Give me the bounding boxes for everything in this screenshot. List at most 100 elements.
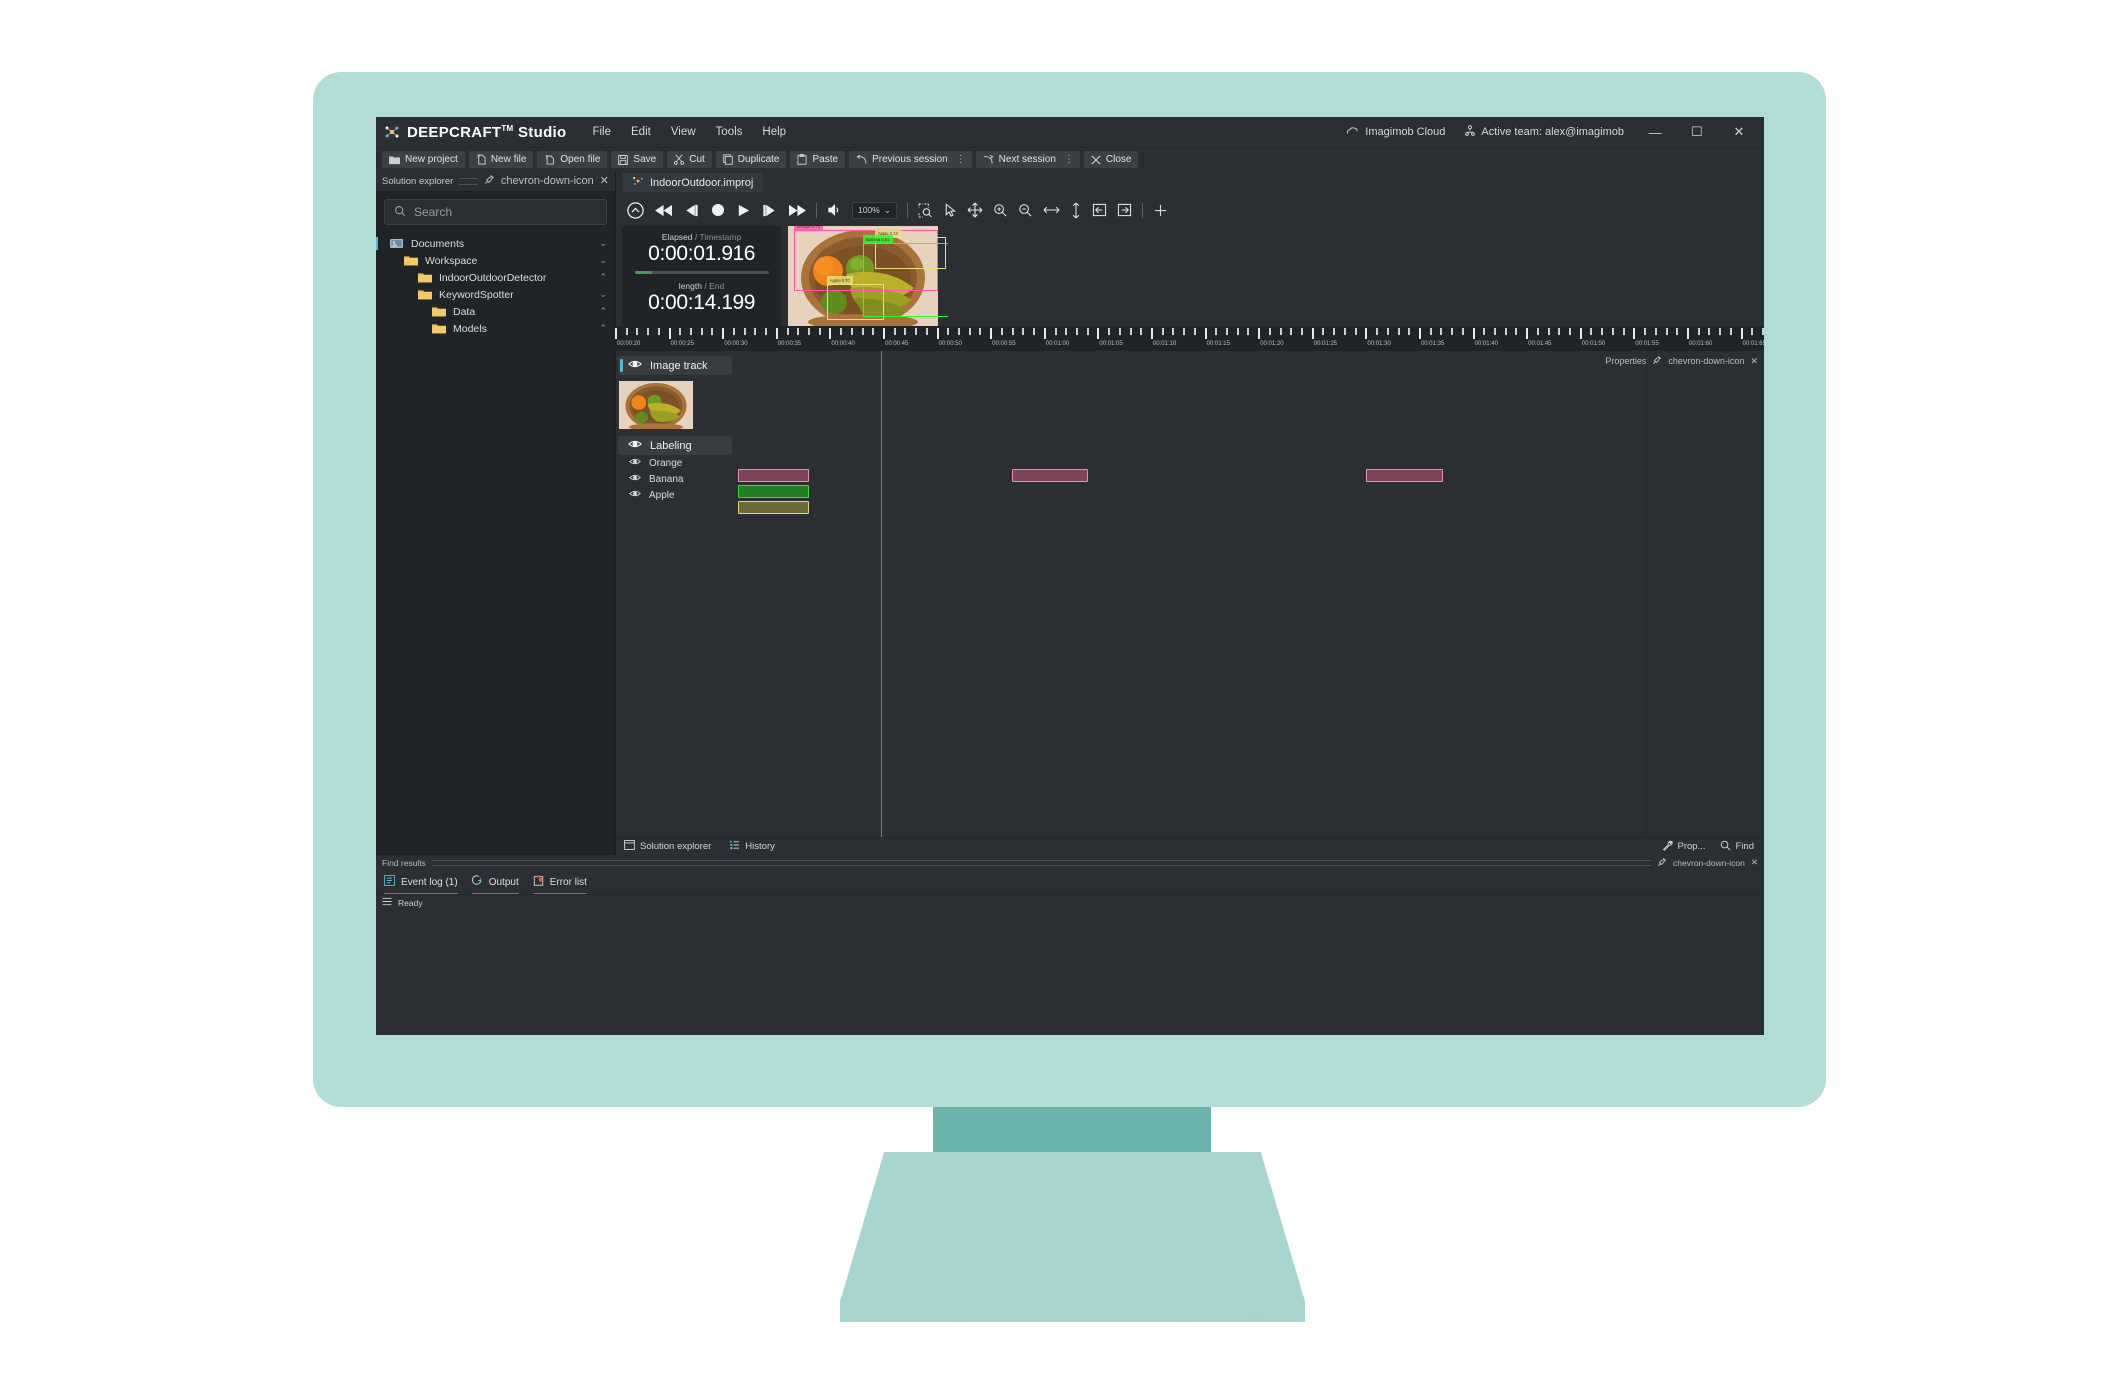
timeline-clip-apple[interactable] xyxy=(738,501,809,514)
timeline-clip-orange[interactable] xyxy=(1012,469,1089,482)
video-preview[interactable]: Orange 0.78 Apple 0.13 Banana 0.81 Apple 0.… xyxy=(788,226,948,326)
tree-item-keywordspotter[interactable]: KeywordSpotter ⌄ xyxy=(376,286,615,303)
step-back-icon[interactable] xyxy=(684,203,700,218)
menu-icon[interactable] xyxy=(382,897,392,908)
snap-right-icon[interactable] xyxy=(1117,203,1132,217)
solution-explorer-panel: Solution explorer chevron-down-icon ✕ Se… xyxy=(376,171,616,855)
playhead[interactable] xyxy=(881,351,883,837)
close-button[interactable]: Close xyxy=(1083,151,1139,168)
eye-icon[interactable] xyxy=(628,439,642,452)
move-icon[interactable] xyxy=(967,202,983,218)
document-tab-indoor-outdoor[interactable]: IndoorOutdoor.improj xyxy=(622,173,764,192)
chevron-down-icon[interactable]: chevron-down-icon xyxy=(1673,858,1745,868)
timeline-clip-orange[interactable] xyxy=(1366,469,1443,482)
label-row-banana[interactable]: Banana xyxy=(616,471,738,487)
chevron-down-icon[interactable]: chevron-down-icon xyxy=(1668,356,1744,366)
menu-item-edit[interactable]: Edit xyxy=(621,122,661,142)
play-icon[interactable] xyxy=(736,203,751,218)
active-team-button[interactable]: Active team: alex@imagimob xyxy=(1455,121,1634,144)
zoom-in-icon[interactable] xyxy=(993,203,1008,218)
chevron-down-icon[interactable]: ⌄ xyxy=(599,255,607,266)
plus-icon[interactable] xyxy=(1153,203,1168,218)
arrows-vertical-icon[interactable] xyxy=(1070,202,1082,219)
new-file-button[interactable]: New file xyxy=(468,151,534,168)
snap-left-icon[interactable] xyxy=(1092,203,1107,217)
playback-progress-bar[interactable] xyxy=(634,271,769,275)
bottom-tab-history[interactable]: History xyxy=(729,840,775,853)
timeline-ruler[interactable]: 00:00:20 00:00:25 00:00:30 00:00:35 00:00:40… xyxy=(615,326,1764,351)
cut-button[interactable]: Cut xyxy=(667,151,712,168)
chevron-up-icon[interactable]: ⌃ xyxy=(599,306,607,317)
log-tab-event-log[interactable]: Event log (1) xyxy=(384,875,458,894)
menu-item-view[interactable]: View xyxy=(661,122,706,142)
bottom-tab-properties[interactable]: Prop... xyxy=(1662,840,1706,854)
chevron-down-icon[interactable]: ⌄ xyxy=(599,289,607,300)
bottom-tab-solution-explorer[interactable]: Solution explorer xyxy=(624,840,711,853)
paste-button[interactable]: Paste xyxy=(790,151,846,168)
tree-item-indooroutdoordetector[interactable]: IndoorOutdoorDetector ⌃ xyxy=(376,269,615,286)
step-forward-icon[interactable] xyxy=(761,203,777,218)
tree-item-models[interactable]: Models ⌃ xyxy=(376,320,615,337)
track-header-labeling[interactable]: Labeling xyxy=(618,436,732,455)
menu-item-help[interactable]: Help xyxy=(752,122,796,142)
label-row-orange[interactable]: Orange xyxy=(616,455,738,471)
kebab-menu-icon[interactable]: ⋮ xyxy=(956,154,966,165)
imagimob-cloud-button[interactable]: Imagimob Cloud xyxy=(1336,122,1455,143)
pin-icon[interactable] xyxy=(484,174,495,188)
previous-session-button[interactable]: Previous session ⋮ xyxy=(849,151,972,168)
chevron-up-icon[interactable]: ⌃ xyxy=(599,272,607,283)
menu-item-tools[interactable]: Tools xyxy=(706,122,753,142)
ruler-major-tick xyxy=(1579,328,1582,339)
eye-icon[interactable] xyxy=(629,457,641,469)
search-input[interactable]: Search xyxy=(384,199,607,225)
pin-icon[interactable] xyxy=(1657,857,1667,869)
chevron-up-icon[interactable]: ⌃ xyxy=(599,323,607,334)
kebab-menu-icon[interactable]: ⋮ xyxy=(1064,154,1074,165)
label-row-apple[interactable]: Apple xyxy=(616,487,738,503)
timeline-clip-orange[interactable] xyxy=(738,469,809,482)
eye-icon[interactable] xyxy=(629,489,641,501)
log-tab-output[interactable]: Output xyxy=(471,875,519,894)
chevron-down-icon[interactable]: chevron-down-icon xyxy=(501,175,594,187)
close-icon[interactable]: ✕ xyxy=(1750,356,1758,367)
minimize-button[interactable]: — xyxy=(1634,117,1676,147)
cursor-icon[interactable] xyxy=(943,202,957,218)
next-session-button[interactable]: Next session ⋮ xyxy=(975,151,1080,168)
tree-item-data[interactable]: Data ⌃ xyxy=(376,303,615,320)
marquee-zoom-icon[interactable] xyxy=(918,202,933,218)
timeline-canvas[interactable] xyxy=(738,351,1646,837)
duplicate-button[interactable]: Duplicate xyxy=(715,151,787,168)
bottom-tab-find[interactable]: Find xyxy=(1720,840,1754,854)
fast-forward-icon[interactable] xyxy=(787,203,806,218)
menu-item-file[interactable]: File xyxy=(582,122,621,142)
rewind-icon[interactable] xyxy=(655,203,674,218)
ruler-minor-tick xyxy=(1461,328,1464,335)
log-tab-error-list[interactable]: Error list xyxy=(532,875,587,894)
timeline-clip-banana[interactable] xyxy=(738,485,809,498)
arrows-horizontal-icon[interactable] xyxy=(1043,204,1060,216)
volume-icon[interactable] xyxy=(827,203,842,217)
collapse-up-icon[interactable] xyxy=(626,201,645,220)
detection-box[interactable]: Apple 0.70 xyxy=(826,276,884,320)
tree-item-workspace[interactable]: Workspace ⌄ xyxy=(376,252,615,269)
zoom-out-icon[interactable] xyxy=(1018,203,1033,218)
save-button[interactable]: Save xyxy=(611,151,664,168)
open-file-button[interactable]: Open file xyxy=(537,151,608,168)
eye-icon[interactable] xyxy=(629,473,641,485)
eye-icon[interactable] xyxy=(628,359,642,372)
zoom-level-select[interactable]: 100% ⌄ xyxy=(852,201,897,219)
image-track-thumbnail[interactable] xyxy=(619,381,693,429)
track-header-image-track[interactable]: Image track xyxy=(618,356,732,375)
close-icon[interactable]: ✕ xyxy=(600,175,609,187)
ruler-minor-tick xyxy=(1065,328,1068,335)
maximize-button[interactable]: ☐ xyxy=(1676,117,1718,147)
chevron-down-icon[interactable]: ⌄ xyxy=(599,238,607,249)
new-project-button[interactable]: New project xyxy=(382,151,465,168)
close-icon[interactable]: ✕ xyxy=(1751,857,1758,868)
close-window-button[interactable]: ✕ xyxy=(1718,117,1760,147)
record-icon[interactable] xyxy=(710,202,726,218)
pin-icon[interactable] xyxy=(1652,355,1662,367)
tree-item-documents[interactable]: Documents ⌄ xyxy=(376,235,615,252)
panel-drag-grip[interactable] xyxy=(459,177,478,185)
find-results-grip[interactable] xyxy=(431,859,1652,866)
